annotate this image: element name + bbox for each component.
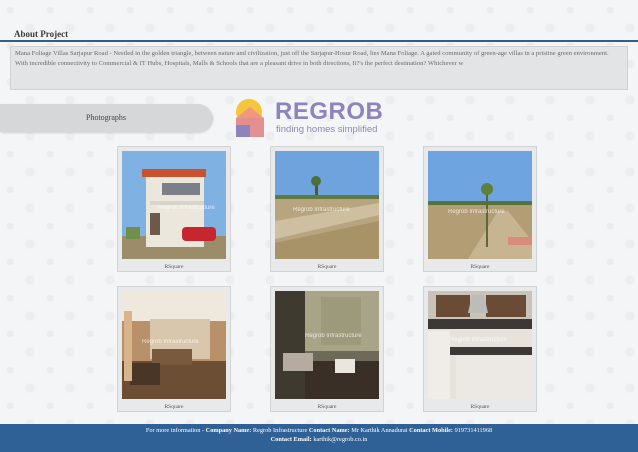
contact-footer: For more information - Company Name: Reg… [0, 424, 638, 452]
contact-name-label: Contact Name: [308, 427, 350, 434]
living-room-photo: Regrob Infrastructure [122, 291, 226, 399]
house-exterior-photo: Regrob Infrastructure [122, 151, 226, 259]
contact-mobile-label: Contact Mobile: [409, 427, 453, 434]
regrob-logo: REGROB finding homes simplified [233, 98, 408, 140]
company-label: Company Name: [205, 427, 252, 434]
photo-card[interactable]: Regrob Infrastructure RSquare [423, 286, 537, 412]
watermark: Regrob Infrastructure [448, 209, 505, 215]
footer-intro: For more information - [145, 427, 205, 434]
watermark: Regrob Infrastructure [293, 207, 350, 213]
plot-land-photo: Regrob Infrastructure [275, 151, 379, 259]
photo-caption: RSquare [317, 264, 337, 270]
about-project-heading: About Project [14, 29, 69, 39]
contact-email-link[interactable]: karthik@regrob.co.in [313, 436, 367, 443]
photo-card[interactable]: Regrob Infrastructure RSquare [117, 146, 231, 272]
photo-caption: RSquare [164, 264, 184, 270]
kitchen-photo: Regrob Infrastructure [428, 291, 532, 399]
photographs-tab[interactable]: Photographs [0, 104, 212, 132]
company-value: Regrob Infrastructure [252, 427, 308, 434]
photo-caption: RSquare [470, 264, 490, 270]
photographs-label: Photographs [86, 113, 126, 122]
logo-wordmark: REGROB [275, 98, 384, 125]
photo-caption: RSquare [470, 404, 490, 410]
regrob-logo-mark-icon [236, 99, 264, 137]
section-divider [0, 40, 638, 42]
watermark: Regrob Infrastructure [158, 205, 215, 211]
contact-mobile-value[interactable]: 919731411968 [455, 427, 493, 434]
bedroom-photo: Regrob Infrastructure [275, 291, 379, 399]
photo-card[interactable]: Regrob Infrastructure RSquare [117, 286, 231, 412]
footer-line-2: Contact Email: karthik@regrob.co.in [0, 436, 638, 445]
photo-card[interactable]: Regrob Infrastructure RSquare [270, 286, 384, 412]
photo-caption: RSquare [164, 404, 184, 410]
photo-card[interactable]: Regrob Infrastructure RSquare [423, 146, 537, 272]
photo-caption: RSquare [317, 404, 337, 410]
contact-name-value: Mr Karthik Annadurai [351, 427, 408, 434]
watermark: Regrob Infrastructure [450, 337, 507, 343]
logo-tagline: finding homes simplified [276, 124, 378, 135]
contact-email-label: Contact Email: [270, 435, 312, 443]
photo-card[interactable]: Regrob Infrastructure RSquare [270, 146, 384, 272]
watermark: Regrob Infrastructure [305, 333, 362, 339]
footer-line-1: For more information - Company Name: Reg… [0, 427, 638, 436]
plot-road-photo: Regrob Infrastructure [428, 151, 532, 259]
watermark: Regrob Infrastructure [142, 339, 199, 345]
about-project-text: Mana Foliage Villas Sarjapur Road - Nest… [10, 46, 628, 90]
